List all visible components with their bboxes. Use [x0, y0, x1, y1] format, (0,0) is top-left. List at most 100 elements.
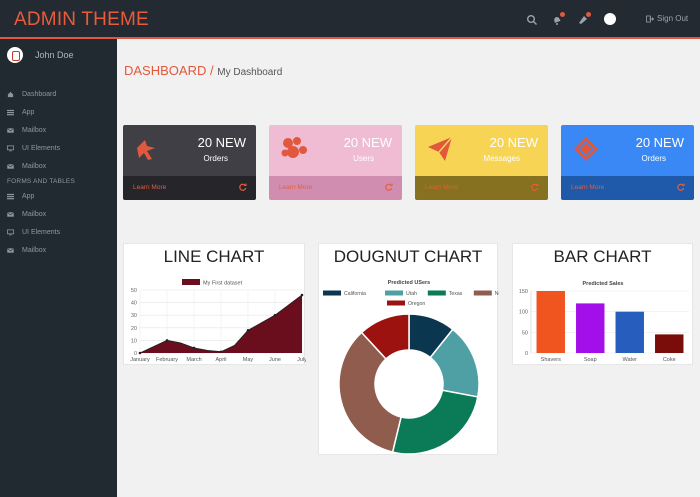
sidebar-item-label: App — [22, 192, 35, 200]
sign-out-label: Sign Out — [657, 14, 689, 23]
chart-title: Predicted USers — [388, 280, 431, 286]
x-tick-label: Water — [623, 357, 638, 363]
learn-more-link[interactable]: Learn More — [425, 184, 458, 191]
legend-swatch — [182, 279, 200, 285]
x-tick-label: April — [215, 357, 226, 363]
doughnut-chart: Predicted USers California Utah Texas Nevada… — [323, 280, 499, 455]
learn-more-link[interactable]: Learn More — [279, 184, 312, 191]
breadcrumb-title: DASHBOARD — [124, 63, 207, 78]
notification-badge — [560, 12, 565, 17]
doughnut-slice — [391, 389, 479, 455]
envelope-icon — [7, 211, 14, 217]
sidebar-item-ui-elements[interactable]: UI Elements — [7, 143, 60, 153]
message-badge — [586, 12, 591, 17]
data-point — [165, 339, 169, 342]
home-icon — [7, 91, 14, 97]
sidebar-item-dashboard[interactable]: Dashboard — [7, 89, 56, 99]
monitor-icon — [7, 228, 14, 235]
x-tick-label: Coke — [663, 357, 676, 363]
bar-chart-panel: BAR CHART Predicted Sales 0 50 100 150 Shaver… — [512, 243, 693, 365]
chart-title: Predicted Sales — [583, 281, 624, 287]
x-tick-label: Shavers — [541, 357, 561, 363]
x-tick-label: July — [297, 357, 306, 363]
legend-swatch — [323, 290, 341, 296]
sidebar-section-heading: FORMS AND TABLES — [7, 178, 75, 185]
refresh-icon[interactable] — [239, 183, 247, 191]
sidebar-item-label: App — [22, 108, 35, 116]
x-tick-label: January — [130, 357, 150, 363]
y-tick-label: 50 — [131, 288, 137, 294]
sidebar-item-label: Mailbox — [22, 126, 47, 134]
breadcrumb-separator: / — [209, 63, 214, 78]
doughnut-chart-panel: DOUGNUT CHART Predicted USers California U… — [318, 243, 499, 455]
x-tick-label: Soap — [584, 357, 597, 363]
refresh-icon[interactable] — [531, 183, 539, 191]
brand-logo[interactable]: ADMIN THEME — [14, 9, 149, 31]
bar-chart: Predicted Sales 0 50 100 150 Shavers Soap Water… — [519, 281, 689, 363]
y-tick-label: 40 — [131, 301, 137, 307]
refresh-icon[interactable] — [677, 183, 685, 191]
legend-label: Oregon — [408, 301, 425, 307]
legend-swatch — [473, 290, 492, 296]
legend-swatch — [387, 300, 405, 306]
cursor-icon — [137, 140, 155, 160]
sidebar-item-label: UI Elements — [22, 144, 61, 152]
bar — [576, 303, 605, 353]
search-icon[interactable] — [526, 14, 538, 26]
sidebar-item-app[interactable]: App — [7, 107, 34, 117]
legend-label: California — [344, 291, 366, 297]
data-point — [246, 329, 250, 332]
legend-label: Utah — [406, 291, 417, 297]
bar — [615, 311, 644, 353]
card-footer: Learn More — [123, 176, 256, 200]
y-tick-label: 30 — [131, 313, 137, 319]
sign-out-link[interactable]: Sign Out — [646, 14, 688, 23]
data-point — [273, 313, 277, 317]
card-footer: Learn More — [561, 176, 694, 200]
stat-card-messages: 20 NEW Messages Learn More — [415, 125, 548, 200]
paper-plane-icon — [428, 136, 453, 161]
card-label: Users — [353, 154, 374, 163]
sidebar-item-mailbox-2[interactable]: Mailbox — [7, 161, 46, 171]
page-title: DASHBOARD / My Dashboard — [124, 63, 282, 78]
legend-swatch — [385, 290, 403, 296]
x-tick-label: June — [269, 357, 281, 363]
sidebar-item-mailbox-3[interactable]: Mailbox — [7, 209, 46, 219]
x-tick-label: February — [156, 357, 178, 363]
username: John Doe — [35, 50, 74, 60]
data-point — [219, 350, 223, 354]
bell-icon[interactable] — [551, 12, 565, 26]
learn-more-link[interactable]: Learn More — [133, 184, 166, 191]
line-chart-panel: LINE CHART My First dataset 0 10 20 30 40 50 Ja… — [123, 243, 306, 365]
bar — [536, 291, 565, 353]
legend-label: My First dataset — [203, 281, 243, 287]
user-avatar-icon[interactable] — [604, 13, 616, 25]
line-chart: My First dataset01020304050January Februa… — [130, 279, 306, 363]
sidebar-item-mailbox-4[interactable]: Mailbox — [7, 245, 46, 255]
bar — [655, 334, 684, 353]
sidebar-item-label: Dashboard — [22, 90, 57, 98]
x-tick-label: March — [186, 357, 201, 363]
y-tick-label: 10 — [131, 338, 137, 344]
messages-icon[interactable] — [577, 12, 591, 26]
envelope-icon — [7, 163, 14, 169]
card-count: 20 NEW — [635, 135, 684, 150]
sign-out-icon — [646, 15, 654, 22]
avatar — [7, 47, 23, 63]
refresh-icon[interactable] — [385, 183, 393, 191]
legend-swatch — [427, 290, 446, 296]
legend-label: Nevada — [495, 291, 499, 297]
card-label: Messages — [483, 154, 520, 163]
user-profile[interactable]: John Doe — [7, 47, 74, 63]
stat-card-users: 20 NEW Users Learn More — [269, 125, 402, 200]
sidebar-item-ui-elements-2[interactable]: UI Elements — [7, 227, 60, 237]
card-count: 20 NEW — [197, 135, 246, 150]
users-icon — [281, 137, 307, 158]
y-tick-label: 100 — [519, 310, 528, 316]
learn-more-link[interactable]: Learn More — [571, 184, 604, 191]
sidebar-item-label: UI Elements — [22, 228, 61, 236]
sidebar-item-app-2[interactable]: App — [7, 191, 34, 201]
sidebar-item-mailbox[interactable]: Mailbox — [7, 125, 46, 135]
tag-icon — [574, 137, 598, 161]
data-point — [192, 346, 196, 350]
